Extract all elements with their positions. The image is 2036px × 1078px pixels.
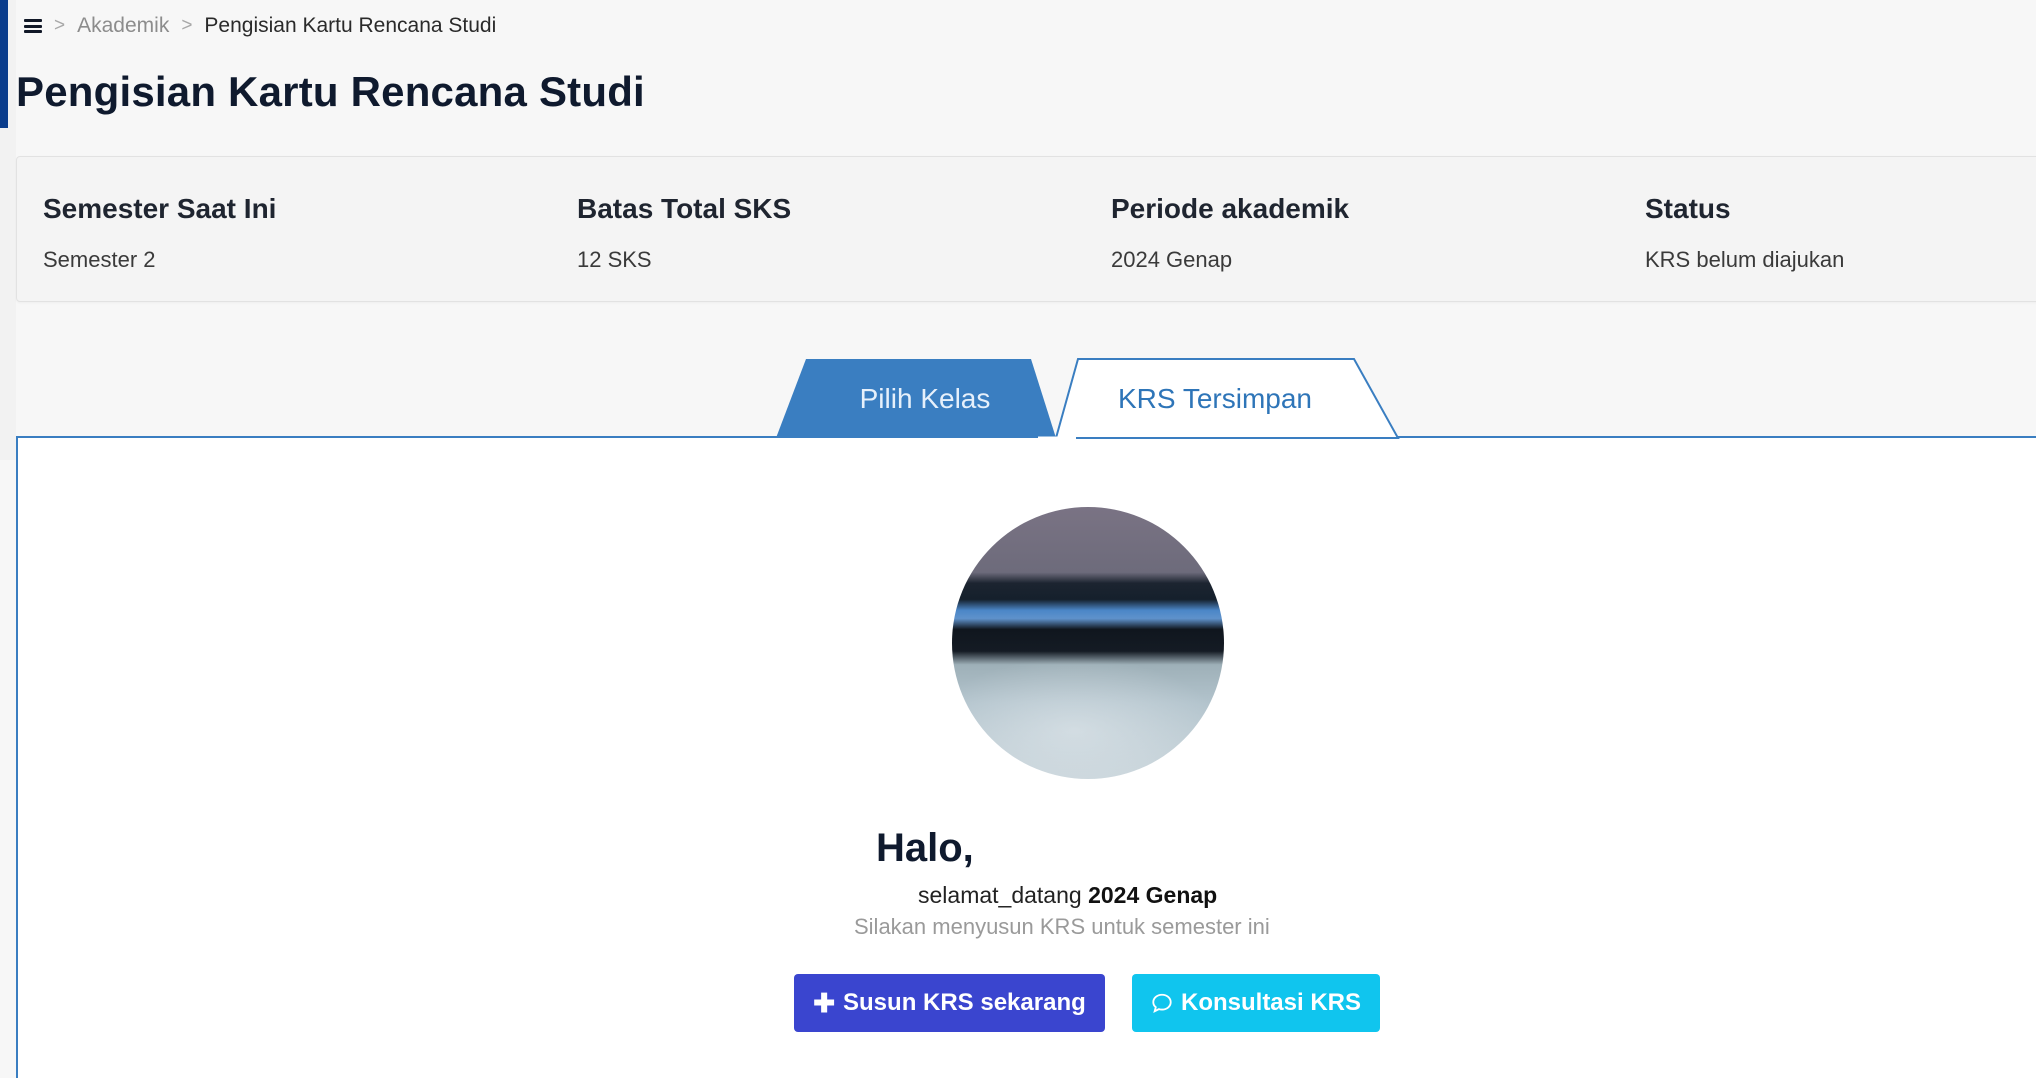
greeting: Halo, xyxy=(876,826,974,870)
info-status-value: KRS belum diajukan xyxy=(1645,247,1845,272)
info-sks: Batas Total SKS 12 SKS xyxy=(577,193,791,273)
welcome-prefix: selamat_datang xyxy=(918,882,1082,908)
welcome-line: selamat_datang 2024 Genap xyxy=(918,882,1217,909)
welcome-period: 2024 Genap xyxy=(1088,882,1218,908)
welcome-hint: Silakan menyusun KRS untuk semester ini xyxy=(854,914,1270,939)
info-periode-value: 2024 Genap xyxy=(1111,247,1233,272)
menu-icon[interactable] xyxy=(24,19,42,33)
susun-krs-label: Susun KRS sekarang xyxy=(843,989,1086,1016)
info-status: Status KRS belum diajukan xyxy=(1645,193,1844,273)
info-sks-value: 12 SKS xyxy=(577,247,652,272)
info-card: Semester Saat Ini Semester 2 Batas Total… xyxy=(16,156,2036,302)
info-periode: Periode akademik 2024 Genap xyxy=(1111,193,1349,273)
sidebar-accent xyxy=(0,0,8,128)
breadcrumb-separator: > xyxy=(54,15,66,36)
tab-krs-tersimpan[interactable]: KRS Tersimpan xyxy=(1055,358,1375,440)
info-sks-label: Batas Total SKS xyxy=(577,193,792,224)
info-status-label: Status xyxy=(1645,193,1731,224)
breadcrumb: > Akademik > Pengisian Kartu Rencana Stu… xyxy=(24,10,496,42)
info-semester-label: Semester Saat Ini xyxy=(43,193,277,224)
susun-krs-button[interactable]: ✚ Susun KRS sekarang xyxy=(794,974,1105,1032)
breadcrumb-item-akademik[interactable]: Akademik xyxy=(77,14,169,38)
info-periode-label: Periode akademik xyxy=(1111,193,1350,224)
breadcrumb-separator: > xyxy=(181,15,193,36)
info-semester: Semester Saat Ini Semester 2 xyxy=(43,193,276,273)
tab-pilih-kelas[interactable]: Pilih Kelas xyxy=(790,358,1060,440)
page-title: Pengisian Kartu Rencana Studi xyxy=(16,68,645,115)
breadcrumb-item-current: Pengisian Kartu Rencana Studi xyxy=(204,14,497,37)
info-semester-value: Semester 2 xyxy=(43,247,156,272)
konsultasi-krs-button[interactable]: Konsultasi KRS xyxy=(1132,974,1380,1032)
konsultasi-krs-label: Konsultasi KRS xyxy=(1180,989,1362,1016)
plus-icon: ✚ xyxy=(813,988,836,1018)
chat-icon xyxy=(1152,993,1172,1013)
avatar xyxy=(952,507,1224,779)
